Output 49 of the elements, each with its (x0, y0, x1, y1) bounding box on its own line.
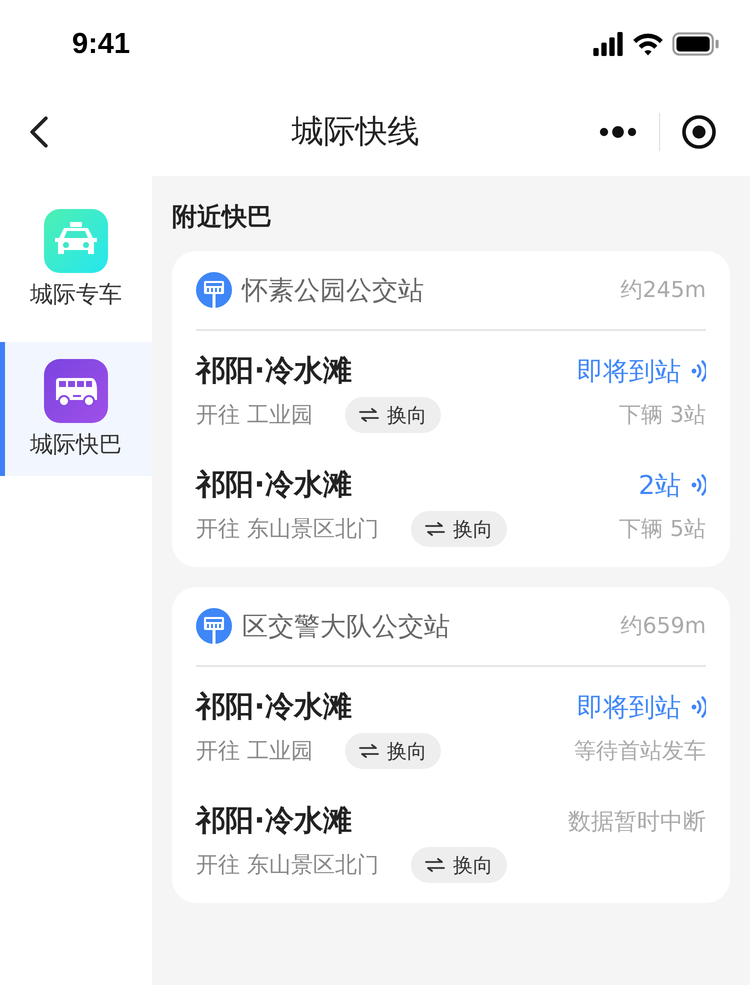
realtime-signal-icon (691, 359, 706, 383)
route-item[interactable]: 祁阳·冷水滩 即将到站 开往 工业园 换向 等待首站发车 (196, 667, 706, 781)
next-bus-info: 等待首站发车 (574, 738, 706, 766)
page-title: 城际快线 (290, 111, 420, 152)
station-name: 区交警大队公交站 (242, 610, 451, 644)
route-destination: 开往 东山景区北门 (196, 852, 379, 880)
swap-direction-button[interactable]: 换向 (345, 733, 441, 769)
route-item[interactable]: 祁阳·冷水滩 2站 开往 东山景区北门 换向 下辆 5站 (196, 445, 706, 559)
arrival-status: 即将到站 (577, 692, 681, 724)
target-icon (682, 115, 716, 149)
realtime-signal-icon (691, 695, 706, 719)
swap-direction-button[interactable]: 换向 (411, 511, 507, 547)
arrival-status: 即将到站 (577, 356, 681, 388)
swap-direction-button[interactable]: 换向 (345, 397, 441, 433)
bus-stop-icon (196, 272, 232, 308)
swap-direction-button[interactable]: 换向 (411, 847, 507, 883)
route-destination: 开往 东山景区北门 (196, 516, 379, 544)
wifi-icon (632, 32, 664, 56)
station-name: 怀素公园公交站 (242, 274, 425, 308)
battery-icon (672, 32, 720, 56)
car-icon (44, 208, 108, 272)
back-icon (28, 115, 50, 149)
swap-icon (425, 858, 445, 872)
arrival-status: 2站 (638, 470, 681, 502)
more-icon (599, 125, 637, 139)
sidebar-item[interactable]: 城际专车 (0, 192, 152, 326)
swap-icon (425, 522, 445, 536)
sidebar-item[interactable]: 城际快巴 (0, 342, 152, 476)
station-distance: 约245m (620, 277, 706, 305)
station-distance: 约659m (620, 613, 706, 641)
route-destination: 开往 工业园 (196, 738, 313, 766)
swap-icon (359, 744, 379, 758)
swap-icon (359, 408, 379, 422)
status-time: 9:41 (72, 28, 130, 60)
section-title: 附近快巴 (172, 201, 273, 233)
realtime-signal-icon (691, 473, 706, 497)
route-name: 祁阳·冷水滩 (196, 688, 352, 725)
route-item[interactable]: 祁阳·冷水滩 即将到站 开往 工业园 换向 下辆 3站 (196, 331, 706, 445)
next-bus-info: 下辆 5站 (619, 516, 706, 544)
route-name: 祁阳·冷水滩 (196, 352, 352, 389)
route-name: 祁阳·冷水滩 (196, 802, 352, 839)
next-bus-info: 下辆 3站 (619, 402, 706, 430)
signal-icon (592, 32, 624, 56)
route-name: 祁阳·冷水滩 (196, 466, 352, 503)
arrival-status: 数据暂时中断 (568, 808, 706, 836)
route-destination: 开往 工业园 (196, 402, 313, 430)
route-item[interactable]: 祁阳·冷水滩 数据暂时中断 开往 东山景区北门 换向 (196, 781, 706, 895)
bus-icon (44, 358, 108, 422)
bus-stop-icon (196, 608, 232, 644)
